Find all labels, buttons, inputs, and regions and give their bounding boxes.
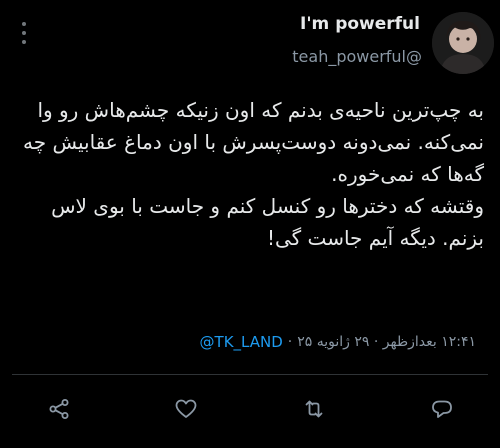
share-icon xyxy=(49,399,69,419)
meta-separator: · xyxy=(287,334,293,350)
tweet-paragraph: به چپ‌ترین ناحیه‌ی بدنم که اون زنیکه چشم… xyxy=(23,98,484,186)
reply-button[interactable] xyxy=(425,392,459,426)
tweet-text: به چپ‌ترین ناحیه‌ی بدنم که اون زنیکه چشم… xyxy=(14,94,484,254)
share-button[interactable] xyxy=(42,392,76,426)
retweet-button[interactable] xyxy=(297,392,331,426)
like-button[interactable] xyxy=(169,392,203,426)
divider xyxy=(12,374,488,375)
tweet-paragraph: وقتشه که دخترها رو کنسل کنم و جاست با بو… xyxy=(51,194,484,250)
tweet-meta: ۱۲:۴۱ بعدازظهر · ۲۹ ژانویه ۲۵ · TK_LAND@ xyxy=(200,333,476,351)
user-handle[interactable]: teah_powerful@ xyxy=(292,47,422,66)
source-link[interactable]: TK_LAND@ xyxy=(200,333,283,351)
avatar-image xyxy=(432,12,494,74)
action-bar xyxy=(0,392,500,426)
heart-icon xyxy=(175,399,197,418)
timestamp[interactable]: ۱۲:۴۱ بعدازظهر · ۲۹ ژانویه ۲۵ xyxy=(297,334,476,350)
reply-icon xyxy=(432,400,452,418)
avatar[interactable] xyxy=(432,12,494,74)
retweet-icon xyxy=(305,400,323,418)
display-name[interactable]: I'm powerful xyxy=(300,14,420,34)
more-options-icon[interactable] xyxy=(18,22,30,44)
